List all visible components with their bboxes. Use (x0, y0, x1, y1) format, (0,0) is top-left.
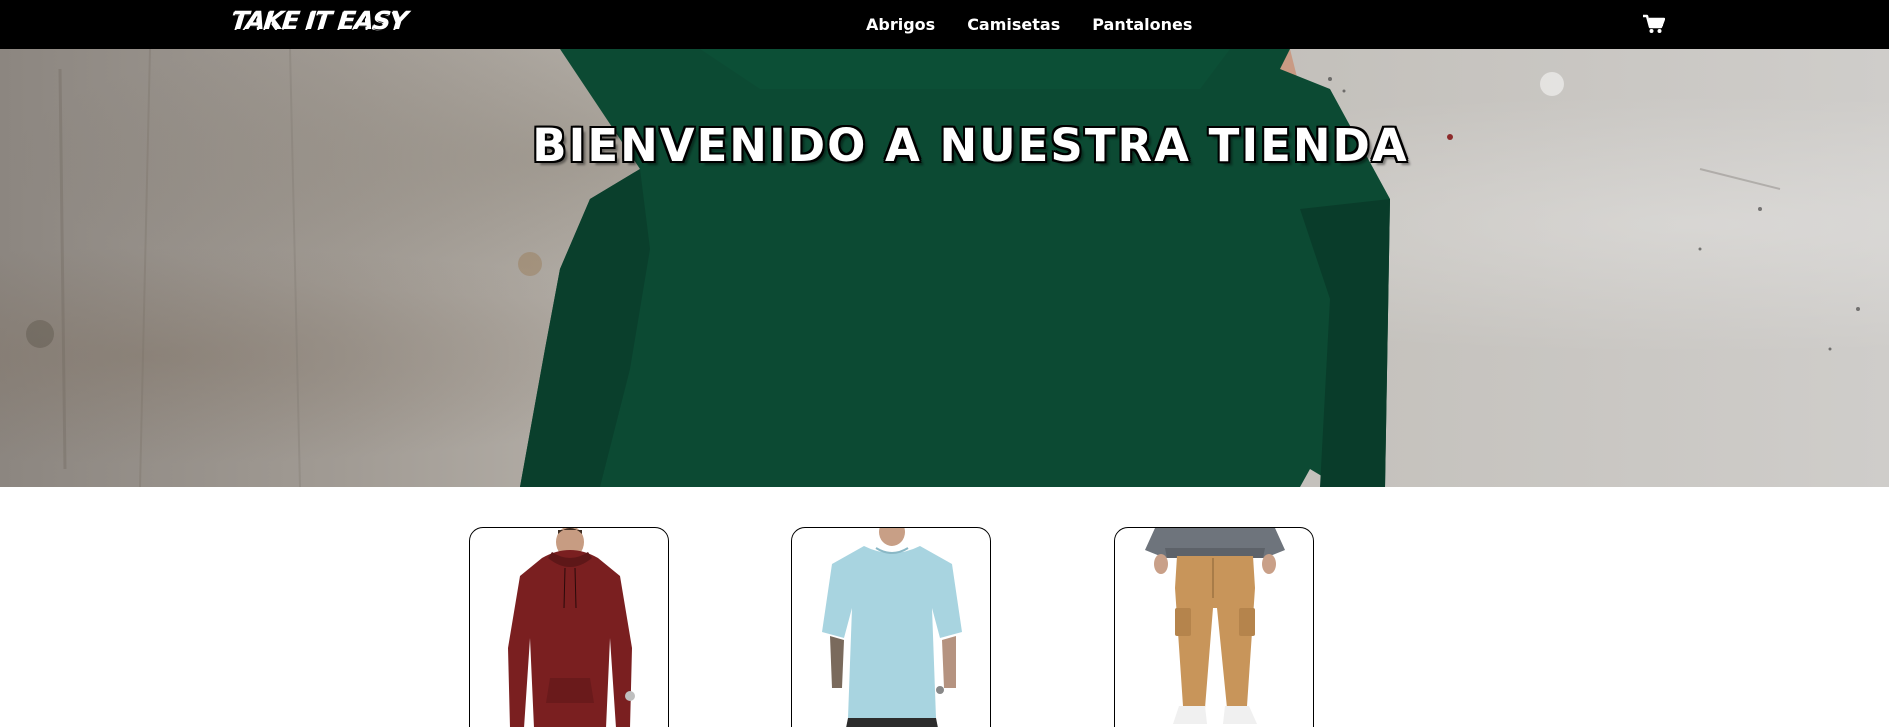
navbar: TAKE IT EASY Abrigos Camisetas Pantalone… (0, 0, 1889, 49)
product-image-tshirt (822, 528, 962, 727)
nav-link-pantalones[interactable]: Pantalones (1092, 15, 1192, 34)
brand-logo[interactable]: TAKE IT EASY (230, 5, 409, 37)
product-image-hoodie (508, 528, 635, 727)
main-nav: Abrigos Camisetas Pantalones (866, 0, 1192, 49)
nav-link-abrigos[interactable]: Abrigos (866, 15, 935, 34)
cart-icon (1643, 14, 1666, 33)
cart-button[interactable] (1643, 14, 1666, 34)
nav-link-camisetas[interactable]: Camisetas (967, 15, 1060, 34)
product-card-hoodie[interactable] (469, 527, 669, 727)
product-grid (0, 527, 1889, 727)
hero-image (26, 49, 1860, 487)
product-image-pants (1145, 528, 1285, 724)
product-card-pants[interactable] (1114, 527, 1314, 727)
product-card-tshirt[interactable] (791, 527, 991, 727)
hero-title: BIENVENIDO A NUESTRA TIENDA (532, 119, 1409, 172)
hero-banner: BIENVENIDO A NUESTRA TIENDA (0, 49, 1889, 487)
